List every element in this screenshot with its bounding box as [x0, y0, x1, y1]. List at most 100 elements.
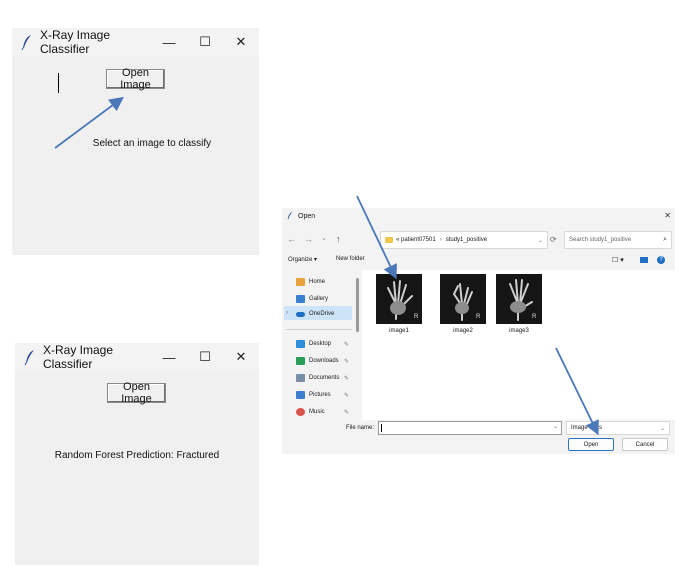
document-icon [296, 374, 305, 382]
sidebar-item-downloads[interactable]: Downloads ✎ [296, 355, 349, 367]
sidebar-item-label: Downloads [309, 358, 339, 364]
file-name-input[interactable]: ⌄ [378, 421, 562, 435]
file-type-select[interactable]: Image Files ⌄ [566, 421, 670, 435]
file-item-image3[interactable]: R [496, 274, 542, 324]
navigation-pane: Home Gallery › OneDrive Desktop ✎ Downlo… [282, 270, 360, 420]
organize-menu[interactable]: Organize ▾ [288, 256, 317, 263]
sidebar-item-label: Home [309, 279, 326, 285]
close-button[interactable]: ✕ [223, 34, 259, 50]
open-image-button[interactable]: Open Image [107, 381, 166, 405]
sidebar-item-label: Music [309, 409, 325, 415]
file-list: R image1 R image2 R image3 [362, 270, 675, 420]
sidebar-item-label: Documents [309, 375, 340, 381]
pin-icon[interactable]: ✎ [344, 341, 349, 348]
svg-text:R: R [476, 314, 481, 320]
xray-hand-thumbnail: R [496, 274, 542, 324]
sidebar-item-documents[interactable]: Documents ✎ [296, 372, 349, 384]
breadcrumb-current[interactable]: study1_positive [446, 237, 487, 243]
feather-icon [24, 350, 34, 365]
sidebar-item-label: OneDrive [309, 311, 335, 317]
feather-icon [287, 212, 293, 220]
preview-pane-icon[interactable] [640, 257, 648, 263]
feather-icon [21, 35, 31, 50]
pin-icon[interactable]: ✎ [344, 392, 349, 399]
navigation-bar: ← → ⌄ ↑ « patient07501 › study1_positive… [282, 230, 675, 250]
chevron-down-icon[interactable]: ⌄ [553, 423, 558, 430]
command-bar: Organize ▾ New folder ☐ ▾ ? [282, 254, 675, 268]
refresh-icon[interactable]: ⟳ [550, 235, 557, 244]
title-bar: X-Ray Image Classifier — ☐ ✕ [15, 343, 259, 371]
sidebar-item-label: Pictures [309, 392, 331, 398]
breadcrumb-separator: › [439, 237, 442, 243]
forward-arrow-icon[interactable]: → [304, 234, 313, 244]
minimize-button[interactable]: — [151, 35, 187, 50]
open-file-dialog: Open ✕ ← → ⌄ ↑ « patient07501 › study1_p… [282, 208, 675, 454]
pin-icon[interactable]: ✎ [344, 358, 349, 365]
svg-text:R: R [532, 314, 537, 320]
file-name-label: image2 [453, 328, 473, 334]
search-placeholder: Search study1_positive [569, 237, 632, 243]
close-button[interactable]: ✕ [223, 349, 259, 365]
sidebar-item-gallery[interactable]: Gallery [296, 293, 328, 305]
text-cursor [381, 424, 382, 432]
view-options-icon[interactable]: ☐ ▾ [612, 256, 624, 264]
back-arrow-icon[interactable]: ← [287, 234, 296, 244]
search-box[interactable]: Search study1_positive ⌕ [564, 231, 672, 249]
file-item-image2[interactable]: R [440, 274, 486, 324]
svg-text:R: R [414, 314, 419, 320]
xray-hand-thumbnail: R [440, 274, 486, 324]
new-folder-button[interactable]: New folder [336, 256, 365, 262]
home-icon [296, 278, 305, 286]
breadcrumb-parent[interactable]: « patient07501 [396, 237, 436, 243]
pin-icon[interactable]: ✎ [344, 409, 349, 416]
sidebar-item-onedrive[interactable]: OneDrive [296, 308, 334, 320]
music-icon [296, 408, 305, 416]
desktop-icon [296, 340, 305, 348]
file-name-label: File name: [346, 425, 375, 431]
window-title: X-Ray Image Classifier [43, 343, 114, 371]
dialog-footer: File name: ⌄ Image Files ⌄ Open Cancel [282, 420, 675, 454]
gallery-icon [296, 295, 305, 303]
up-arrow-icon[interactable]: ↑ [336, 234, 341, 244]
title-bar: X-Ray Image Classifier — ☐ ✕ [12, 28, 259, 56]
window-title: X-Ray Image Classifier [40, 28, 111, 56]
file-type-value: Image Files [571, 425, 603, 431]
maximize-button[interactable]: ☐ [187, 34, 223, 50]
pictures-icon [296, 391, 305, 399]
help-icon[interactable]: ? [657, 256, 665, 264]
download-icon [296, 357, 305, 365]
text-cursor [58, 73, 59, 93]
sidebar-item-label: Gallery [309, 296, 329, 302]
pin-icon[interactable]: ✎ [344, 375, 349, 382]
dialog-close-button[interactable]: ✕ [664, 211, 671, 220]
minimize-button[interactable]: — [151, 350, 187, 365]
classifier-window-bottom: X-Ray Image Classifier — ☐ ✕ Open Image … [15, 343, 259, 565]
sidebar-item-music[interactable]: Music ✎ [296, 406, 349, 418]
dialog-title: Open [298, 212, 316, 220]
search-icon: ⌕ [663, 236, 667, 243]
xray-hand-thumbnail: R [376, 274, 422, 324]
maximize-button[interactable]: ☐ [187, 349, 223, 365]
sidebar-item-label: Desktop [309, 341, 332, 347]
folder-icon [385, 237, 393, 243]
cloud-icon [296, 311, 305, 317]
open-image-button[interactable]: Open Image [106, 67, 165, 91]
chevron-down-icon: ⌄ [659, 425, 665, 432]
classifier-window-top: X-Ray Image Classifier — ☐ ✕ Open Image … [12, 28, 259, 255]
chevron-right-icon[interactable]: › [286, 310, 288, 316]
dialog-title-bar: Open [282, 208, 675, 224]
recent-locations-icon[interactable]: ⌄ [321, 234, 327, 242]
sidebar-item-pictures[interactable]: Pictures ✎ [296, 389, 349, 401]
sidebar-scrollbar[interactable] [356, 278, 359, 332]
sidebar-item-desktop[interactable]: Desktop ✎ [296, 338, 349, 350]
cancel-button[interactable]: Cancel [622, 438, 668, 451]
address-bar[interactable]: « patient07501 › study1_positive ⌄ [380, 231, 548, 249]
file-item-image1[interactable]: R [376, 274, 422, 324]
file-name-label: image3 [509, 328, 529, 334]
divider [286, 329, 352, 330]
prediction-label: Random Forest Prediction: Fractured [54, 450, 220, 461]
open-button[interactable]: Open [568, 438, 614, 451]
chevron-down-icon[interactable]: ⌄ [538, 237, 543, 244]
status-label: Select an image to classify [92, 138, 212, 149]
sidebar-item-home[interactable]: Home [296, 276, 325, 288]
